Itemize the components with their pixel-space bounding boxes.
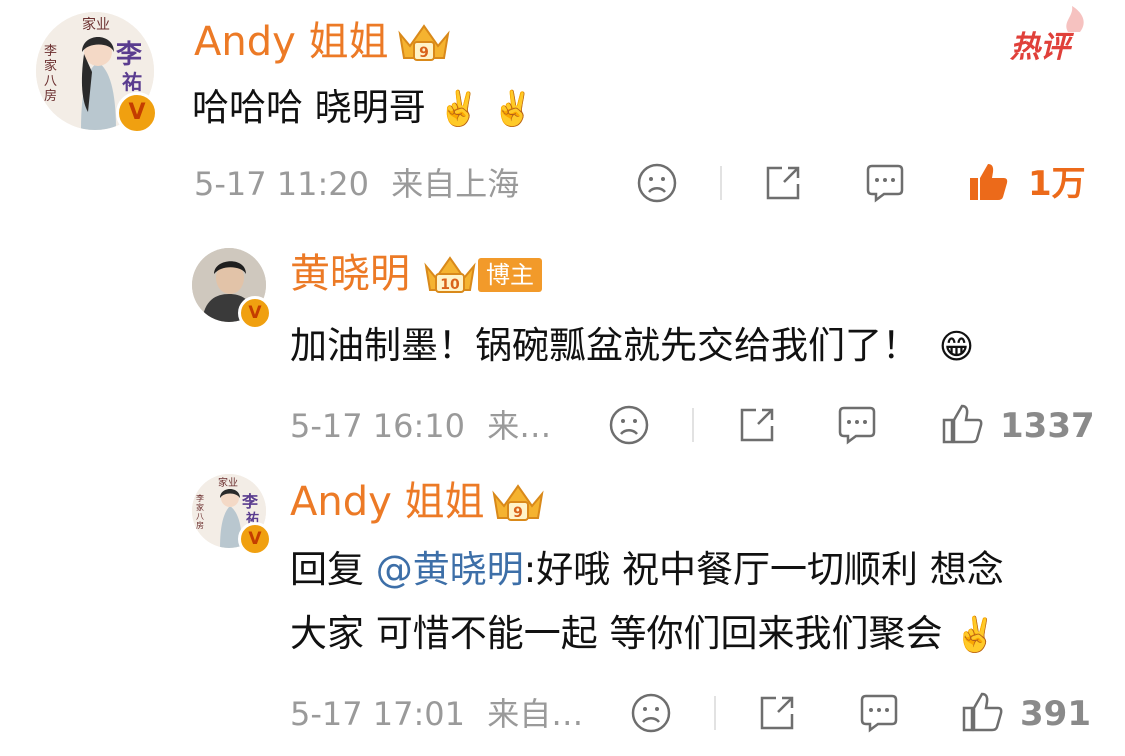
- avatar-calligraphy-side: 李家八房: [44, 44, 58, 104]
- author-name[interactable]: Andy 姐姐: [194, 18, 389, 66]
- author-name[interactable]: 黄晓明: [290, 250, 410, 298]
- divider: [692, 408, 694, 442]
- comment-text: 加油制墨！锅碗瓢盆就先交给我们了！ 😁: [290, 324, 975, 367]
- svg-text:9: 9: [513, 505, 523, 521]
- share-icon[interactable]: [736, 404, 778, 446]
- blogger-tag: 博主: [478, 258, 542, 292]
- dislike-face-icon[interactable]: [608, 404, 650, 446]
- divider: [720, 166, 722, 200]
- like-count: 391: [1020, 694, 1091, 734]
- comment-location: 来自…: [487, 695, 584, 733]
- avatar-calligraphy-second: 祐: [122, 70, 142, 94]
- share-icon[interactable]: [756, 692, 798, 734]
- verified-v-icon: V: [238, 522, 272, 556]
- comment-location: 来自上海: [391, 165, 520, 203]
- divider: [714, 696, 716, 730]
- verified-v-icon: V: [238, 296, 272, 330]
- comment-location: 来…: [487, 407, 552, 445]
- comment-time: 5-17 17:01: [290, 695, 466, 733]
- comment-meta: 5-17 16:10 来…: [290, 406, 551, 446]
- svg-text:9: 9: [419, 45, 429, 61]
- comment-meta: 5-17 17:01 来自…: [290, 694, 583, 734]
- comment-time: 5-17 16:10: [290, 407, 466, 445]
- hot-flame-icon: [1066, 6, 1084, 32]
- like-thumb-icon[interactable]: [940, 402, 984, 446]
- crown-badge-icon[interactable]: 9: [396, 20, 452, 64]
- author-name[interactable]: Andy 姐姐: [290, 478, 485, 526]
- comment-time: 5-17 11:20: [194, 165, 370, 203]
- like-count: 1337: [1000, 406, 1095, 446]
- comment-meta: 5-17 11:20 来自上海: [194, 164, 519, 204]
- comment-text-line-2: 大家 可惜不能一起 等你们回来我们聚会 ✌️: [290, 612, 997, 655]
- comment-icon[interactable]: [836, 404, 878, 446]
- avatar-calligraphy-top: 家业: [82, 17, 110, 33]
- comment-icon[interactable]: [858, 692, 900, 734]
- share-icon[interactable]: [762, 162, 804, 204]
- victory-hand-emoji: ✌️: [954, 615, 997, 655]
- crown-badge-icon[interactable]: 9: [490, 480, 546, 524]
- verified-v-icon: V: [116, 92, 158, 134]
- avatar-calligraphy-side: 李家八房: [196, 494, 204, 530]
- dislike-face-icon[interactable]: [630, 692, 672, 734]
- avatar-calligraphy-top: 家业: [218, 478, 238, 489]
- like-count: 1万: [1028, 164, 1086, 204]
- comment-text-line-1: 回复 @黄晓明:好哦 祝中餐厅一切顺利 想念: [290, 548, 1004, 591]
- victory-hand-emoji: ✌️: [437, 89, 480, 129]
- badge-level: 10: [440, 277, 460, 293]
- like-thumb-icon[interactable]: [966, 160, 1010, 204]
- mention-link[interactable]: @黄晓明: [376, 548, 524, 591]
- like-thumb-icon[interactable]: [960, 690, 1004, 734]
- dislike-face-icon[interactable]: [636, 162, 678, 204]
- comment-icon[interactable]: [864, 162, 906, 204]
- victory-hand-emoji: ✌️: [491, 89, 534, 129]
- grin-emoji: 😁: [938, 327, 975, 367]
- crown-badge-icon[interactable]: 10: [422, 252, 482, 296]
- comment-text: 哈哈哈 晓明哥 ✌️ ✌️: [192, 86, 534, 129]
